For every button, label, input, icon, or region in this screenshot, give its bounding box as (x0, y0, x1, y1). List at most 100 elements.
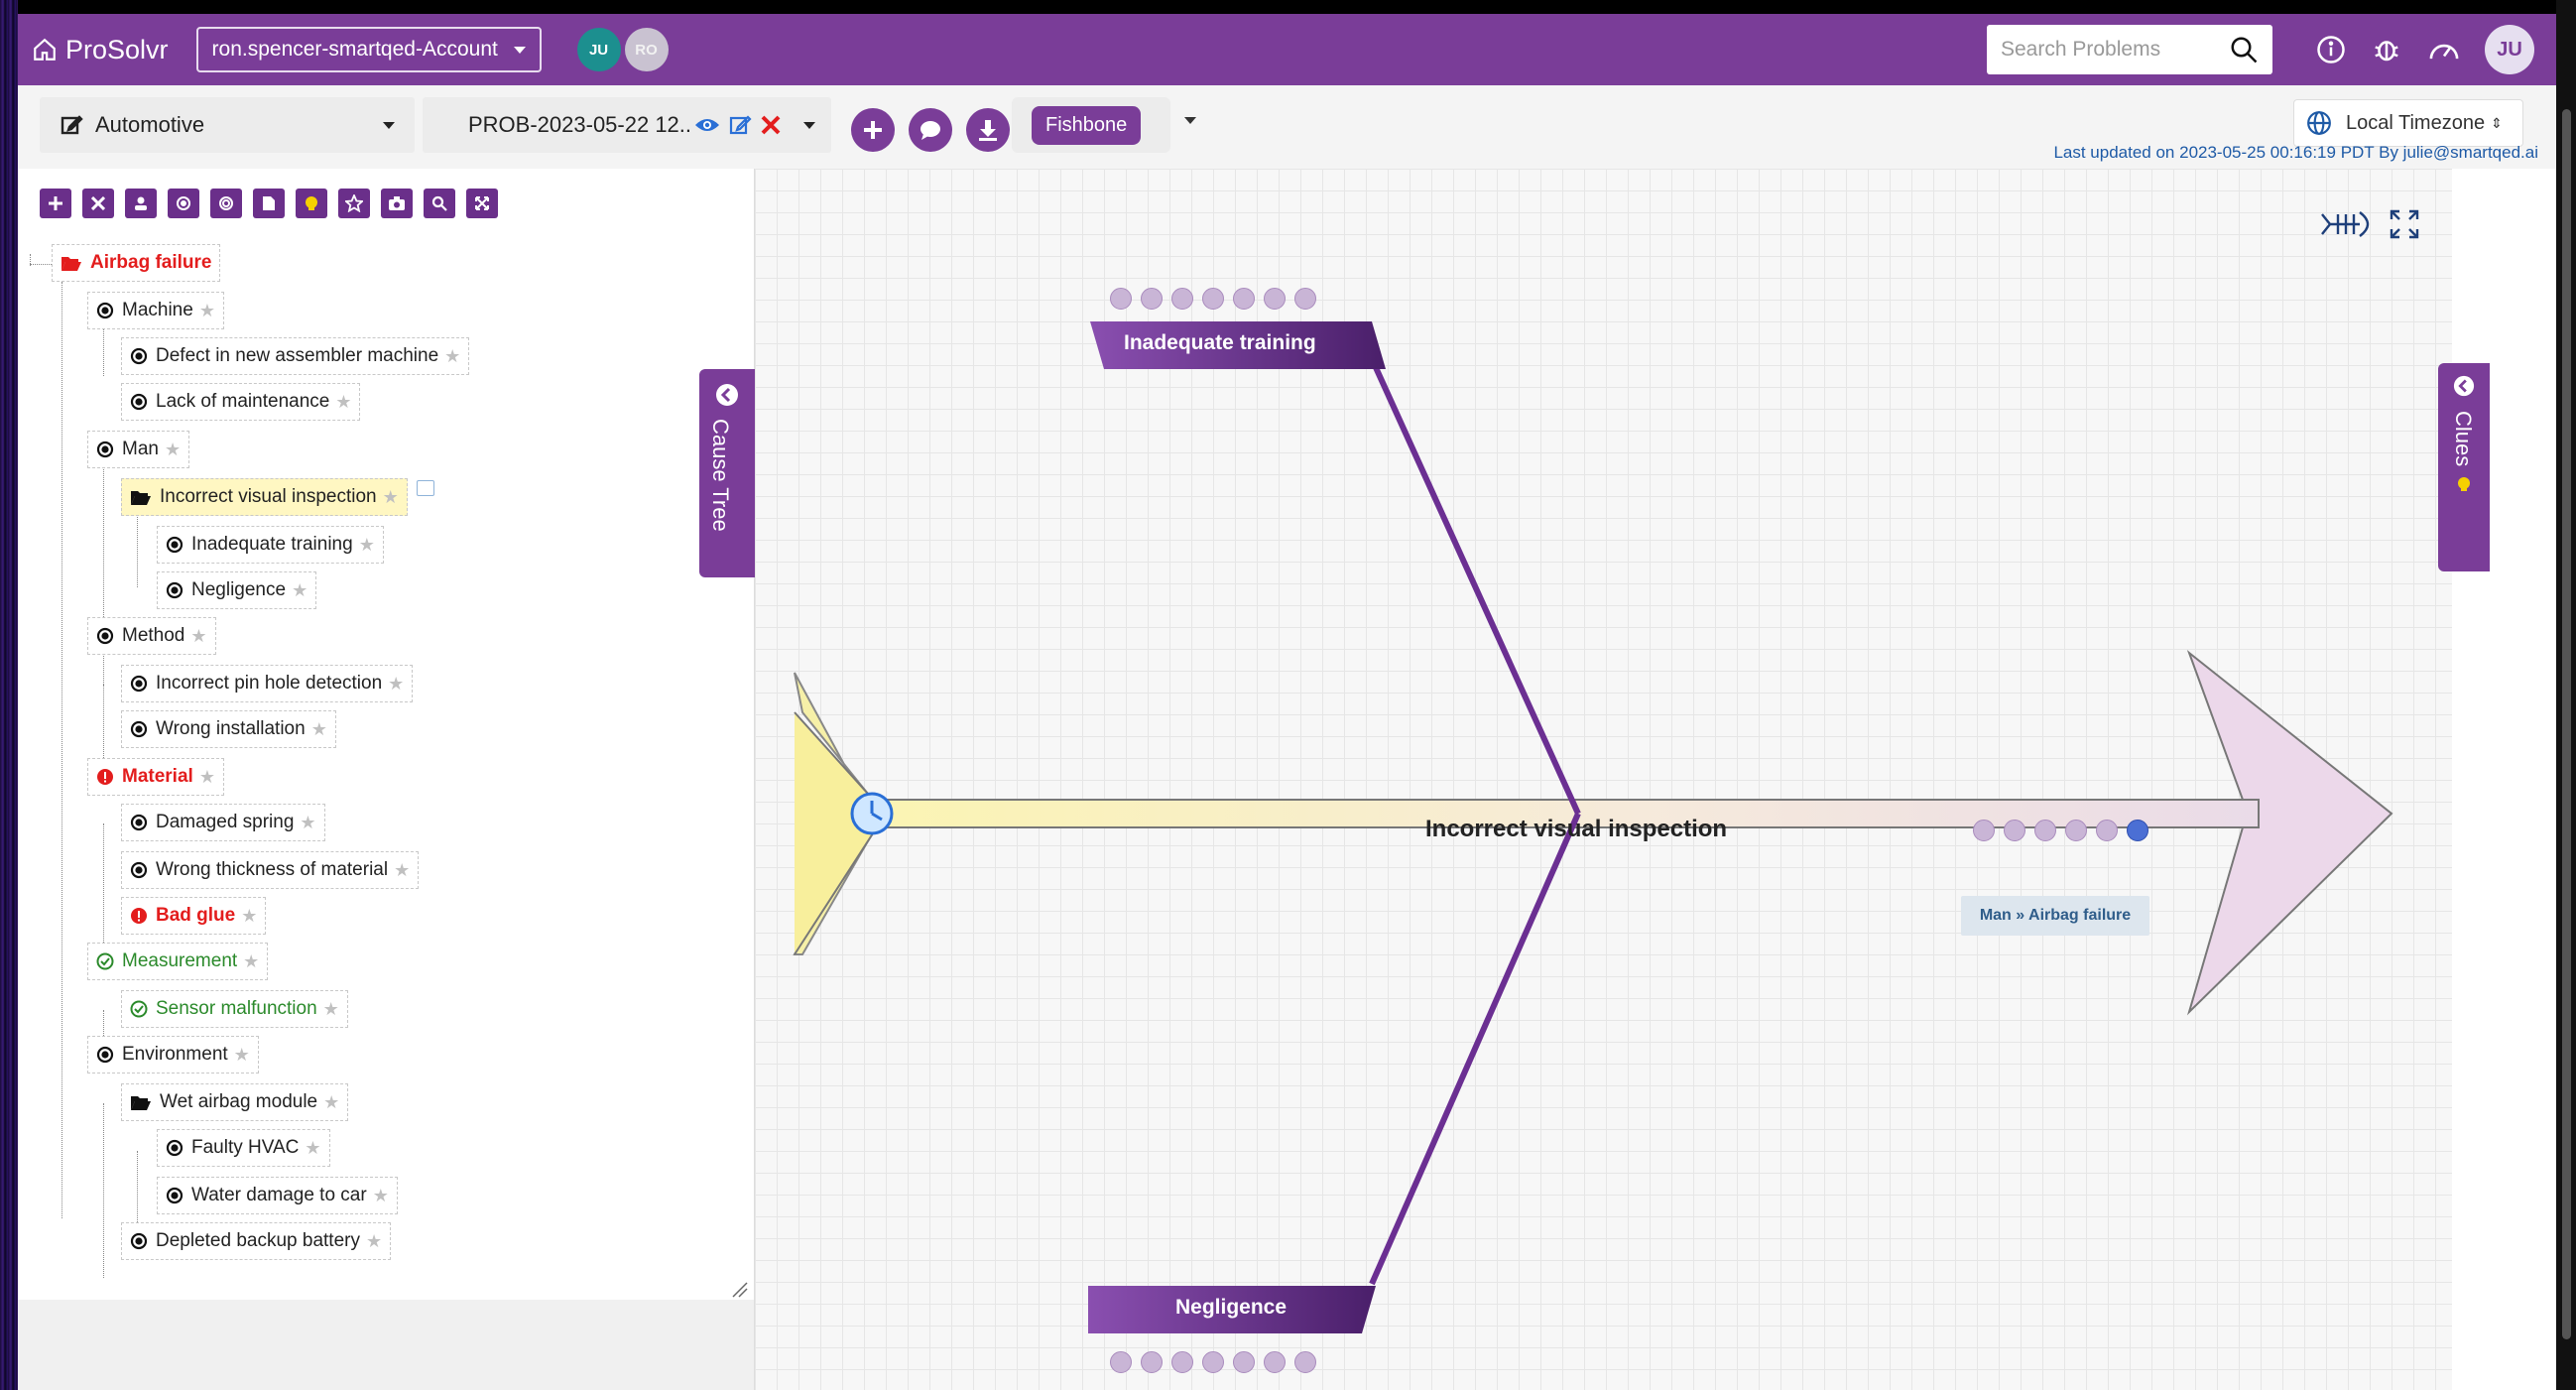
star-icon[interactable]: ★ (241, 906, 257, 927)
document-icon[interactable] (1233, 1351, 1255, 1373)
chat-icon[interactable] (1110, 288, 1132, 310)
info-icon[interactable] (2316, 35, 2346, 64)
star-icon[interactable]: ★ (165, 440, 181, 460)
fish-skeleton-icon[interactable] (2320, 208, 2378, 240)
lightbulb-icon[interactable] (1171, 1351, 1193, 1373)
fishbone-head-label[interactable]: Incorrect visual inspection (1425, 816, 1727, 843)
window-scrollbar-thumb[interactable] (2562, 109, 2571, 1339)
tree-node-man[interactable]: Man ★ (87, 431, 190, 468)
chevron-down-icon[interactable] (1184, 117, 1196, 124)
tree-node-depleted-battery[interactable]: Depleted backup battery ★ (121, 1222, 392, 1260)
star-icon[interactable]: ★ (300, 813, 315, 833)
tree-node-bad-glue[interactable]: Bad glue ★ (121, 897, 267, 935)
resize-handle-icon[interactable] (730, 1280, 748, 1298)
tree-node-water-damage[interactable]: Water damage to car ★ (157, 1177, 398, 1214)
tree-node-machine[interactable]: Machine ★ (87, 292, 224, 329)
tree-node-material[interactable]: Material ★ (87, 758, 224, 796)
add-button[interactable] (851, 108, 895, 152)
user-icon[interactable] (1202, 1351, 1224, 1373)
view-eye-icon[interactable] (694, 115, 720, 135)
edit-icon[interactable] (1973, 820, 1995, 841)
bone-label-bottom[interactable]: Negligence (1175, 1296, 1287, 1320)
star-icon[interactable]: ★ (444, 346, 460, 367)
star-icon[interactable]: ★ (383, 487, 399, 508)
star-icon[interactable]: ★ (199, 301, 215, 321)
star-icon[interactable]: ★ (335, 392, 351, 413)
document-icon[interactable] (2065, 820, 2087, 841)
download-button[interactable] (966, 108, 1010, 152)
document-icon[interactable] (1233, 288, 1255, 310)
fullscreen-icon[interactable] (2390, 209, 2419, 239)
star-icon[interactable]: ★ (359, 535, 375, 556)
edit-problem-icon[interactable] (728, 113, 752, 137)
star-icon[interactable]: ★ (373, 1186, 389, 1206)
star-icon[interactable]: ★ (323, 1092, 339, 1113)
comment-icon[interactable] (417, 480, 434, 496)
tree-node-lack-maintenance[interactable]: Lack of maintenance ★ (121, 383, 361, 421)
account-select[interactable]: ron.spencer-smartqed-Account (195, 27, 542, 72)
industry-select[interactable]: Automotive (40, 97, 415, 153)
tree-node-measurement[interactable]: Measurement ★ (87, 943, 269, 980)
refresh-icon[interactable] (1264, 288, 1286, 310)
fishbone-canvas[interactable]: Inadequate training Negligence Incorrect… (754, 169, 2452, 1390)
brand-home-link[interactable]: ProSolvr (32, 35, 169, 65)
star-icon[interactable]: ★ (311, 719, 327, 740)
lightbulb-icon[interactable] (2004, 820, 2025, 841)
star-icon[interactable]: ★ (292, 580, 307, 601)
cause-tree-tab[interactable]: Cause Tree (699, 369, 755, 577)
bone-label-top[interactable]: Inadequate training (1124, 331, 1316, 355)
avatar-ju[interactable]: JU (576, 28, 621, 71)
tree-node-damaged-spring[interactable]: Damaged spring ★ (121, 804, 325, 841)
star-icon[interactable]: ★ (199, 767, 215, 788)
search-input[interactable]: Search Problems (1987, 25, 2272, 74)
tree-node-environment[interactable]: Environment ★ (87, 1036, 259, 1074)
user-avatar[interactable]: JU (2485, 25, 2534, 74)
tree-node-faulty-hvac[interactable]: Faulty HVAC ★ (157, 1129, 330, 1167)
star-icon[interactable] (1294, 1351, 1316, 1373)
tree-node-defect-assembler[interactable]: Defect in new assembler machine ★ (121, 337, 470, 375)
dashboard-gauge-icon[interactable] (2427, 35, 2461, 64)
star-icon[interactable]: ★ (243, 951, 259, 972)
tree-node-wrong-installation[interactable]: Wrong installation ★ (121, 710, 336, 748)
edit-icon[interactable] (60, 113, 83, 137)
problem-select[interactable]: PROB-2023-05-22 12.. (423, 97, 831, 153)
search-icon[interactable] (2229, 35, 2259, 64)
tree-node-wrong-thickness[interactable]: Wrong thickness of material ★ (121, 851, 420, 889)
star-icon[interactable]: ★ (190, 626, 206, 647)
edit-icon[interactable] (1141, 288, 1163, 310)
user-icon[interactable] (2034, 820, 2056, 841)
star-icon[interactable]: ★ (366, 1231, 382, 1252)
chat-icon[interactable] (1110, 1351, 1132, 1373)
view-mode-select[interactable]: Fishbone (1012, 97, 1170, 153)
star-icon[interactable]: ★ (388, 674, 404, 695)
star-icon[interactable]: ★ (323, 999, 339, 1020)
tree-node-incorrect-visual-inspection[interactable]: Incorrect visual inspection ★ (121, 478, 408, 516)
star-icon[interactable]: ★ (394, 860, 410, 881)
clues-tab[interactable]: Clues (2438, 363, 2490, 571)
target-icon (130, 814, 148, 831)
tree-node-airbag-failure[interactable]: Airbag failure (52, 244, 221, 282)
folder-open-icon (130, 1093, 152, 1111)
comment-button[interactable] (909, 108, 952, 152)
fishbone-breadcrumb[interactable]: Man » Airbag failure (1961, 896, 2149, 936)
star-icon[interactable]: ★ (234, 1045, 250, 1066)
timezone-select[interactable]: Local Timezone ⇕ (2293, 99, 2523, 147)
tree-node-inadequate-training[interactable]: Inadequate training ★ (157, 526, 384, 564)
comment-icon[interactable] (2127, 820, 2148, 841)
tree-node-wet-airbag-module[interactable]: Wet airbag module ★ (121, 1083, 349, 1121)
tree-node-negligence[interactable]: Negligence ★ (157, 571, 317, 609)
bug-icon[interactable] (2372, 35, 2401, 64)
clock-icon[interactable] (850, 792, 894, 835)
star-icon[interactable] (1294, 288, 1316, 310)
edit-icon[interactable] (1141, 1351, 1163, 1373)
refresh-icon[interactable] (1264, 1351, 1286, 1373)
delete-x-icon[interactable] (760, 114, 782, 136)
star-icon[interactable]: ★ (305, 1138, 320, 1159)
user-icon[interactable] (1202, 288, 1224, 310)
refresh-icon[interactable] (2096, 820, 2118, 841)
tree-node-method[interactable]: Method ★ (87, 617, 216, 655)
avatar-ro[interactable]: RO (624, 28, 669, 71)
lightbulb-icon[interactable] (1171, 288, 1193, 310)
tree-node-sensor-malfunction[interactable]: Sensor malfunction ★ (121, 990, 348, 1028)
tree-node-incorrect-pin-hole[interactable]: Incorrect pin hole detection ★ (121, 665, 414, 702)
